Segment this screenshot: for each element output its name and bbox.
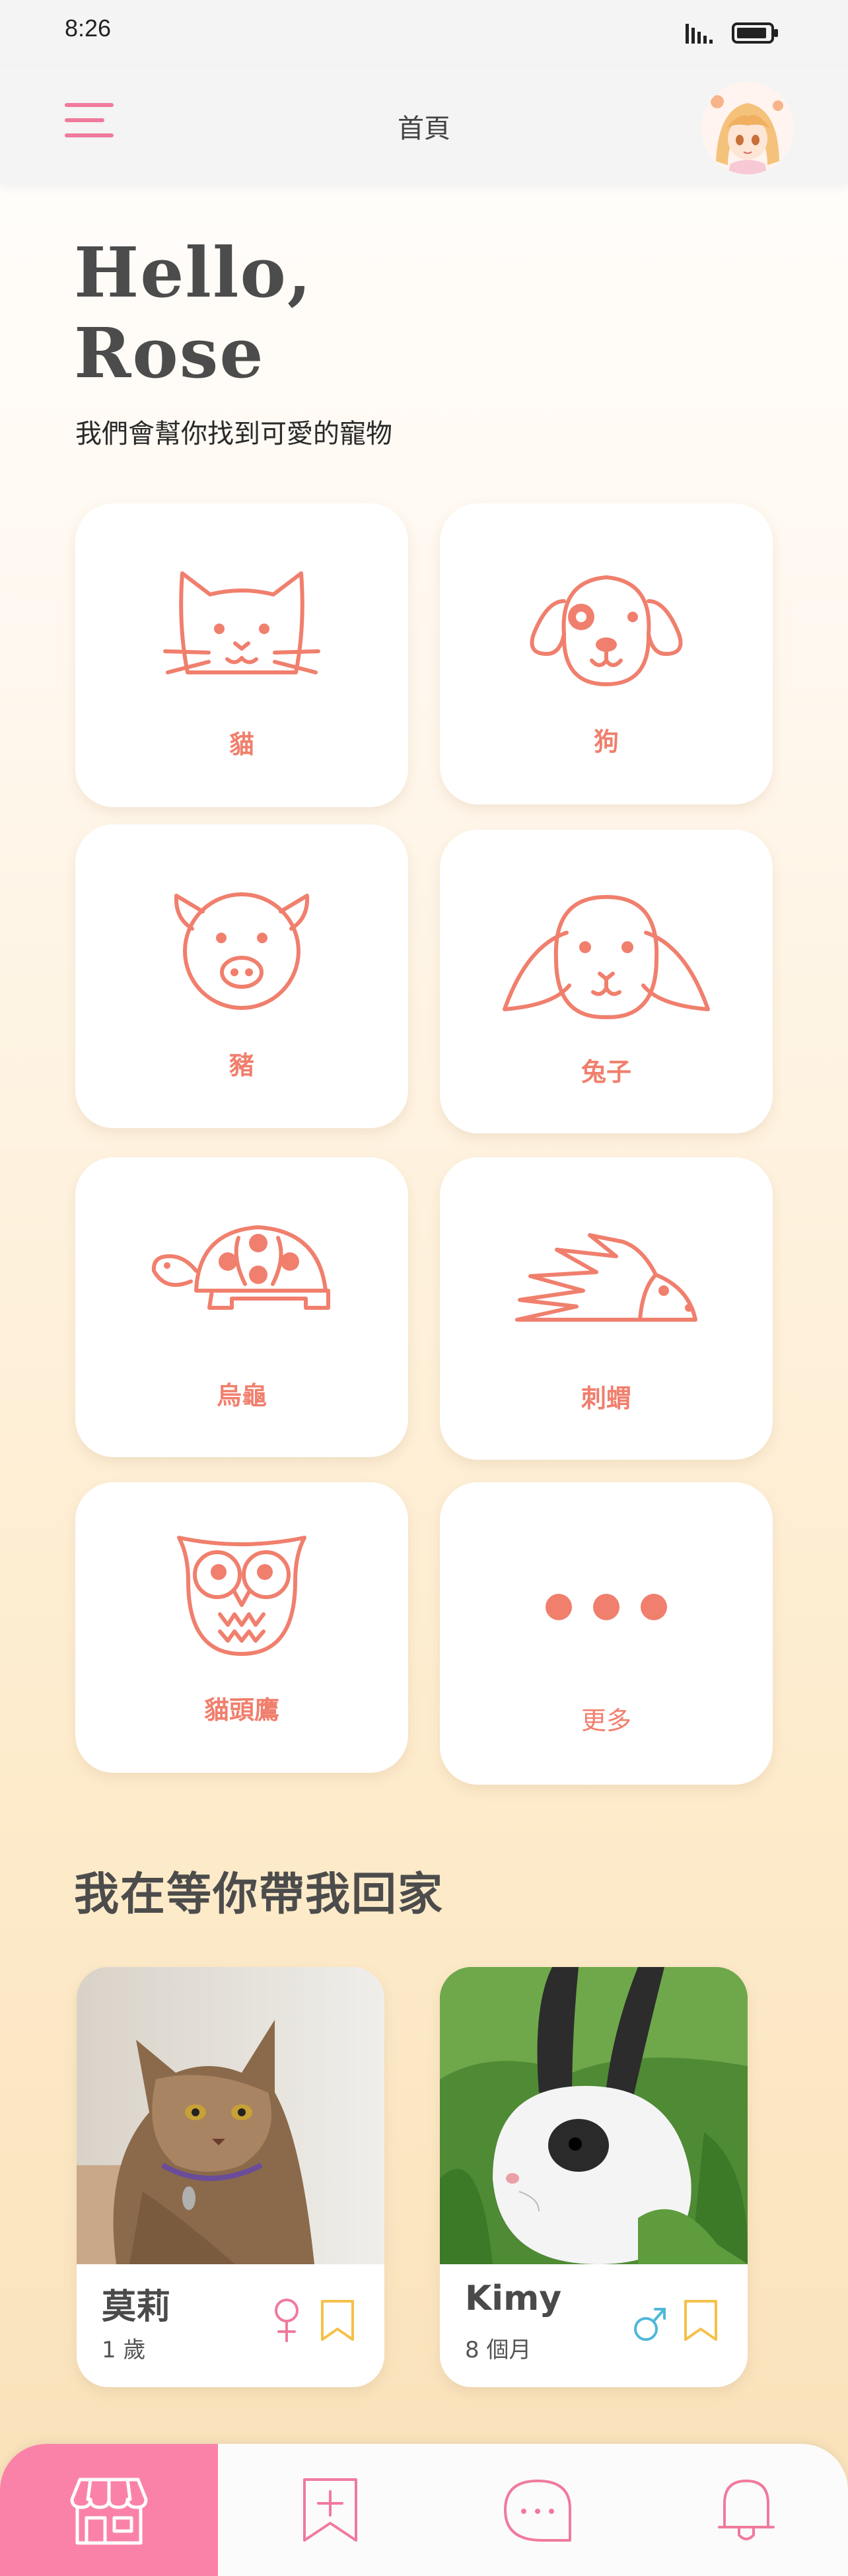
pet-photo-rabbit <box>440 1967 748 2264</box>
pet-age: 8 個月 <box>465 2337 532 2363</box>
owl-icon <box>177 1536 306 1656</box>
female-icon <box>275 2299 299 2342</box>
bookmark-add-icon <box>303 2478 357 2542</box>
signal-icon <box>686 24 713 44</box>
bottom-tab-bar <box>0 2444 848 2576</box>
pig-icon <box>174 892 310 1010</box>
category-tile-cat[interactable]: 貓 <box>75 503 408 807</box>
tab-chat[interactable] <box>439 2444 637 2576</box>
pet-photo-cat <box>77 1967 384 2264</box>
category-tile-more[interactable]: 更多 <box>440 1482 773 1785</box>
greeting-title: Hello, Rose <box>74 233 312 394</box>
dog-icon <box>530 575 683 686</box>
category-label: 兔子 <box>581 1057 631 1087</box>
chat-icon <box>504 2480 571 2542</box>
hedgehog-icon <box>515 1233 697 1322</box>
status-time: 8:26 <box>65 15 112 42</box>
avatar[interactable] <box>701 82 794 174</box>
pet-name: 莫莉 <box>102 2287 171 2327</box>
male-icon <box>634 2308 666 2341</box>
tab-home[interactable] <box>0 2444 218 2576</box>
category-tile-rabbit[interactable]: 兔子 <box>440 830 773 1133</box>
store-icon <box>70 2478 148 2545</box>
greeting-subtitle: 我們會幫你找到可愛的寵物 <box>75 419 392 449</box>
cat-icon <box>163 571 320 674</box>
pet-name: Kimy <box>465 2279 562 2318</box>
category-label: 刺蝟 <box>581 1384 631 1413</box>
category-tile-dog[interactable]: 狗 <box>440 503 773 805</box>
more-icon <box>546 1594 667 1620</box>
bookmark-icon[interactable] <box>318 2299 357 2342</box>
bookmark-icon[interactable] <box>682 2299 720 2342</box>
category-label: 更多 <box>581 1706 631 1735</box>
status-bar: 8:26 <box>0 0 848 66</box>
tab-bookmark-add[interactable] <box>231 2444 429 2576</box>
battery-icon <box>732 22 778 44</box>
avatar-illustration <box>701 82 794 174</box>
category-label: 狗 <box>593 727 619 756</box>
turtle-icon <box>151 1225 330 1310</box>
category-tile-owl[interactable]: 貓頭鷹 <box>75 1482 408 1773</box>
category-tile-pig[interactable]: 豬 <box>75 824 408 1128</box>
pet-age: 1 歲 <box>102 2337 146 2363</box>
rabbit-icon <box>503 895 710 1020</box>
app-header: 首頁 <box>0 66 848 184</box>
pet-card-molly[interactable]: 莫莉 1 歲 <box>77 1967 384 2387</box>
greeting-name: Rose <box>74 312 265 394</box>
pet-card-kimy[interactable]: Kimy 8 個月 <box>440 1967 748 2387</box>
category-label: 貓 <box>229 730 254 759</box>
category-tile-turtle[interactable]: 烏龜 <box>75 1157 408 1457</box>
category-label: 貓頭鷹 <box>203 1696 279 1725</box>
category-label: 烏龜 <box>216 1381 267 1410</box>
category-tile-hedgehog[interactable]: 刺蝟 <box>440 1157 773 1460</box>
bell-icon <box>718 2480 775 2540</box>
section-title: 我在等你帶我回家 <box>74 1869 444 1921</box>
greeting-line1: Hello, <box>74 232 313 313</box>
tab-notifications[interactable] <box>647 2444 845 2576</box>
category-label: 豬 <box>229 1051 254 1080</box>
